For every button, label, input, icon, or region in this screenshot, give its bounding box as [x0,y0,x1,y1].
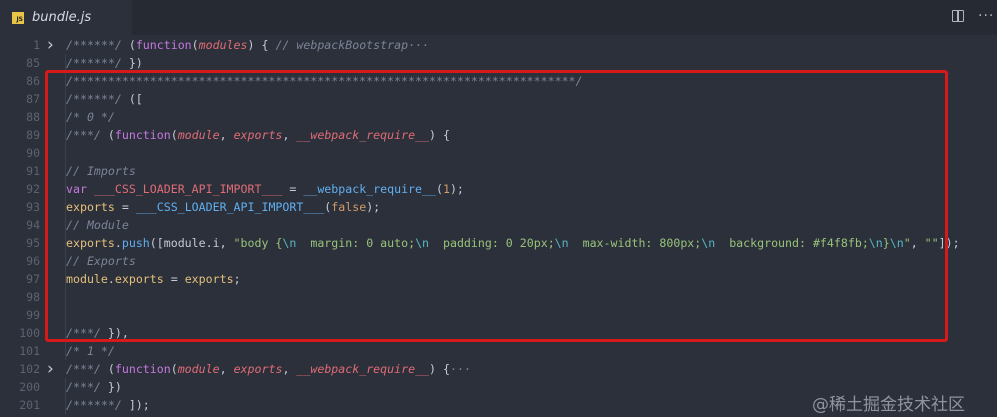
code-token: /* 1 */ [66,344,115,358]
line-number: 201 [19,398,40,412]
line-number: 98 [26,290,40,304]
tab-title: bundle.js [32,10,92,25]
fold-chevron-icon[interactable]: › [47,360,54,378]
code-token: }) [100,380,122,394]
line-number: 87 [26,92,40,106]
code-token: // webpackBootstrap [275,38,409,52]
line-number: 86 [26,74,40,88]
code-line[interactable]: 102 ›/***/ (function(module, exports, __w… [0,360,997,378]
code-line[interactable]: 101 /* 1 */ [0,342,997,360]
code-token: ( [100,362,115,376]
line-number: 96 [26,254,40,268]
line-number: 91 [26,164,40,178]
line-number: 85 [26,56,40,70]
code-token: ( [191,38,199,52]
line-number: 100 [19,326,40,340]
line-number: 95 [26,236,40,250]
watermark: @稀土掘金技术社区 [812,395,965,415]
line-number: 90 [26,146,40,160]
code-token: , [282,362,297,376]
tab-bar: JS bundle.js ··· [0,0,997,35]
line-number: 94 [26,218,40,232]
line-number: 102 [19,362,40,376]
code-text: /******/ (function(modules) { // webpack… [66,36,429,54]
line-number: 89 [26,128,40,142]
code-token: function [114,362,171,376]
line-number: 93 [26,200,40,214]
code-text: /***/ (function(module, exports, __webpa… [66,360,471,378]
line-number: 101 [19,344,40,358]
code-token: module [177,362,220,376]
code-token: ··· [449,362,471,376]
code-token: exports [233,362,283,376]
code-token: __webpack_require__ [296,362,430,376]
line-number: 99 [26,308,40,322]
code-token: function [135,38,192,52]
code-token: /******/ [66,38,122,52]
code-token: modules [198,38,248,52]
line-number: 1 [33,38,40,52]
tab-bundle-js[interactable]: JS bundle.js [0,0,132,35]
code-token: ( [170,362,178,376]
line-number: 88 [26,110,40,124]
code-line[interactable]: 1 ›/******/ (function(modules) { // webpa… [0,36,997,54]
code-token: /***/ [66,380,101,394]
javascript-file-icon: JS [12,11,24,24]
fold-chevron-icon[interactable]: › [47,36,54,54]
code-token: ]); [121,398,150,412]
code-text: /******/ ]); [66,396,150,414]
code-text: /***/ }) [66,378,122,396]
code-token: ) { [247,38,276,52]
code-token: /******/ [66,398,122,412]
line-number: 200 [19,380,40,394]
editor-window: JS bundle.js ··· 1 ›/******/ (function(mo… [0,0,997,417]
code-token: /***/ [66,362,101,376]
code-token: , [219,362,234,376]
code-token: }) [121,56,143,70]
code-token: ( [121,38,136,52]
code-token: ··· [408,38,430,52]
more-actions-icon[interactable]: ··· [978,9,994,23]
split-editor-icon[interactable] [952,10,964,22]
code-token: ) { [429,362,450,376]
line-number: 97 [26,272,40,286]
line-number: 92 [26,182,40,196]
annotation-highlight-box [45,70,948,342]
code-text: /* 1 */ [66,342,115,360]
code-token: /******/ [66,56,122,70]
